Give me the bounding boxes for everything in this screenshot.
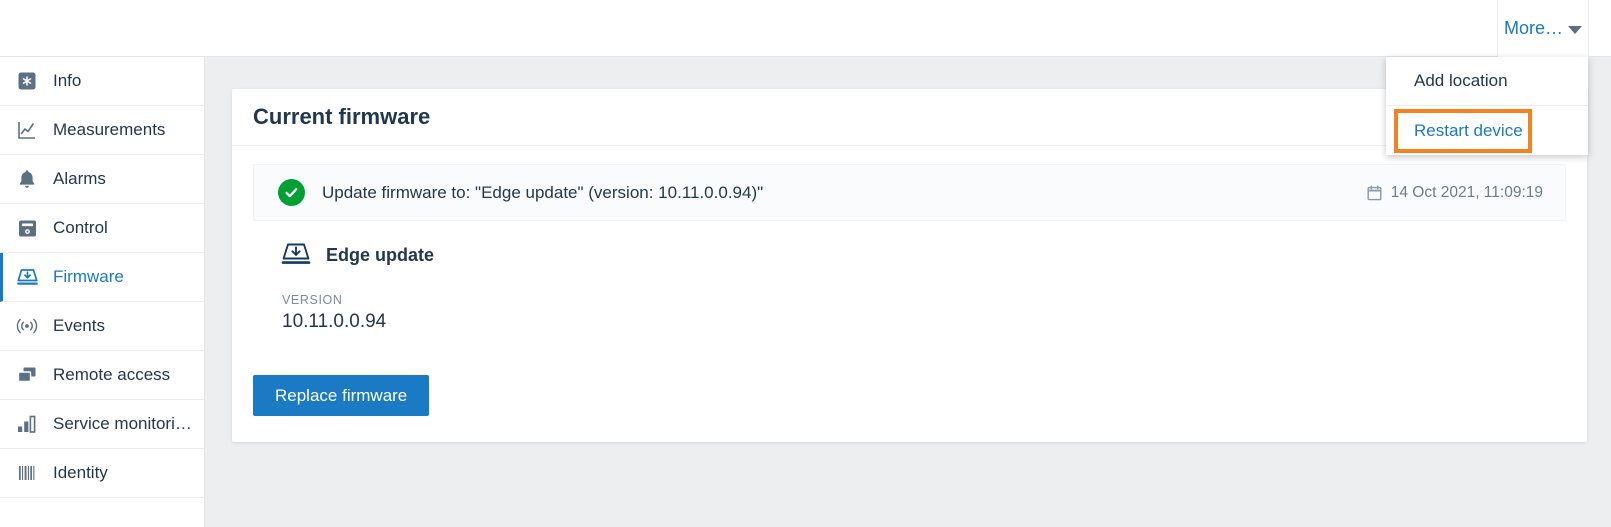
sidebar-item-service-monitoring[interactable]: Service monitori… xyxy=(0,400,204,449)
sidebar-item-label: Firmware xyxy=(53,267,124,286)
firmware-status-row: Update firmware to: "Edge update" (versi… xyxy=(253,164,1566,221)
sidebar-item-firmware[interactable]: Firmware xyxy=(0,253,204,302)
sidebar-item-remote-access[interactable]: Remote access xyxy=(0,351,204,400)
page-title: Current firmware xyxy=(253,104,431,129)
replace-firmware-button[interactable]: Replace firmware xyxy=(253,375,430,416)
sidebar-item-label: Service monitori… xyxy=(53,414,192,433)
sidebar-item-label: Identity xyxy=(53,463,108,482)
sidebar-item-label: Remote access xyxy=(53,365,171,384)
more-menu-button[interactable]: More… xyxy=(1497,0,1588,57)
calendar-icon xyxy=(1367,185,1382,201)
bar-chart-icon xyxy=(14,411,40,437)
firmware-status-text: Update firmware to: "Edge update" (versi… xyxy=(322,182,764,202)
firmware-name: Edge update xyxy=(326,244,435,265)
more-dropdown-menu: Add location Restart device xyxy=(1386,57,1588,155)
more-menu-label: More… xyxy=(1503,18,1563,38)
dropdown-item-restart-device[interactable]: Restart device xyxy=(1386,106,1588,155)
sidebar-item-measurements[interactable]: Measurements xyxy=(0,106,204,155)
top-header-bar: More… xyxy=(0,0,1611,57)
firmware-download-icon xyxy=(14,264,40,290)
dropdown-item-add-location[interactable]: Add location xyxy=(1386,57,1588,106)
sidebar-item-events[interactable]: Events xyxy=(0,302,204,351)
sidebar-item-label: Alarms xyxy=(53,169,106,188)
sidebar-item-label: Events xyxy=(53,316,105,335)
barcode-icon xyxy=(14,460,40,486)
sidebar-item-alarms[interactable]: Alarms xyxy=(0,155,204,204)
card-header: Current firmware xyxy=(232,89,1587,146)
topbar-divider-right xyxy=(1588,0,1589,57)
app-root: More… Info Measurements Alarms Control F… xyxy=(0,0,1611,527)
sidebar-item-control[interactable]: Control xyxy=(0,204,204,253)
firmware-version-value: 10.11.0.0.94 xyxy=(282,311,387,332)
line-chart-icon xyxy=(14,117,40,143)
remote-screens-icon xyxy=(14,362,40,388)
firmware-status-date-text: 14 Oct 2021, 11:09:19 xyxy=(1390,183,1543,201)
firmware-version-label: VERSION xyxy=(282,293,343,307)
sidebar-item-label: Measurements xyxy=(53,120,166,139)
card-body: Update firmware to: "Edge update" (versi… xyxy=(232,146,1587,442)
check-circle-icon xyxy=(278,179,305,206)
sidebar-nav: Info Measurements Alarms Control Firmwar… xyxy=(0,57,205,527)
dropdown-item-label: Restart device xyxy=(1414,120,1523,140)
chevron-down-icon xyxy=(1568,26,1582,34)
info-badge-icon xyxy=(14,68,40,94)
bell-icon xyxy=(14,166,40,192)
firmware-download-icon xyxy=(280,241,312,269)
sidebar-item-label: Control xyxy=(53,218,108,237)
firmware-details: Edge update VERSION 10.11.0.0.94 xyxy=(253,223,1566,333)
firmware-name-row: Edge update xyxy=(280,241,1566,269)
broadcast-icon xyxy=(14,313,40,339)
sidebar-item-identity[interactable]: Identity xyxy=(0,449,204,498)
sidebar-item-label: Info xyxy=(53,71,82,90)
current-firmware-card: Current firmware Update firmware to: "Ed… xyxy=(232,89,1587,442)
dropdown-item-label: Add location xyxy=(1414,71,1508,90)
firmware-status-date: 14 Oct 2021, 11:09:19 xyxy=(1367,184,1543,202)
control-panel-icon xyxy=(14,215,40,241)
sidebar-item-info[interactable]: Info xyxy=(0,57,204,106)
